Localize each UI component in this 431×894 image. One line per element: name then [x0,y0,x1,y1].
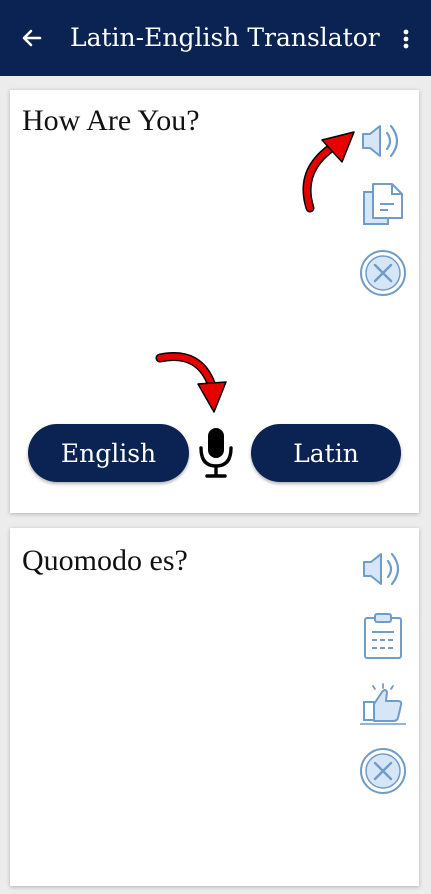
app-bar: Latin-English Translator [0,0,431,76]
source-text-card: How Are You? English Latin [10,90,419,513]
microphone-icon[interactable] [196,424,236,480]
translation-card: Quomodo es? [10,528,419,886]
clipboard-icon[interactable] [358,610,408,660]
copy-icon[interactable] [358,180,408,230]
translated-text[interactable]: Quomodo es? [22,544,188,578]
back-arrow-icon[interactable] [18,24,46,52]
source-language-button[interactable]: English [28,424,189,482]
clear-icon[interactable] [358,248,408,298]
more-vertical-icon[interactable] [394,24,418,52]
source-speaker-icon[interactable] [357,116,407,166]
thumbs-up-icon[interactable] [358,680,408,730]
clear-translation-icon[interactable] [358,746,408,796]
target-language-button[interactable]: Latin [251,424,401,482]
source-text[interactable]: How Are You? [22,104,200,138]
app-title: Latin-English Translator [70,23,380,52]
translation-speaker-icon[interactable] [358,544,408,594]
